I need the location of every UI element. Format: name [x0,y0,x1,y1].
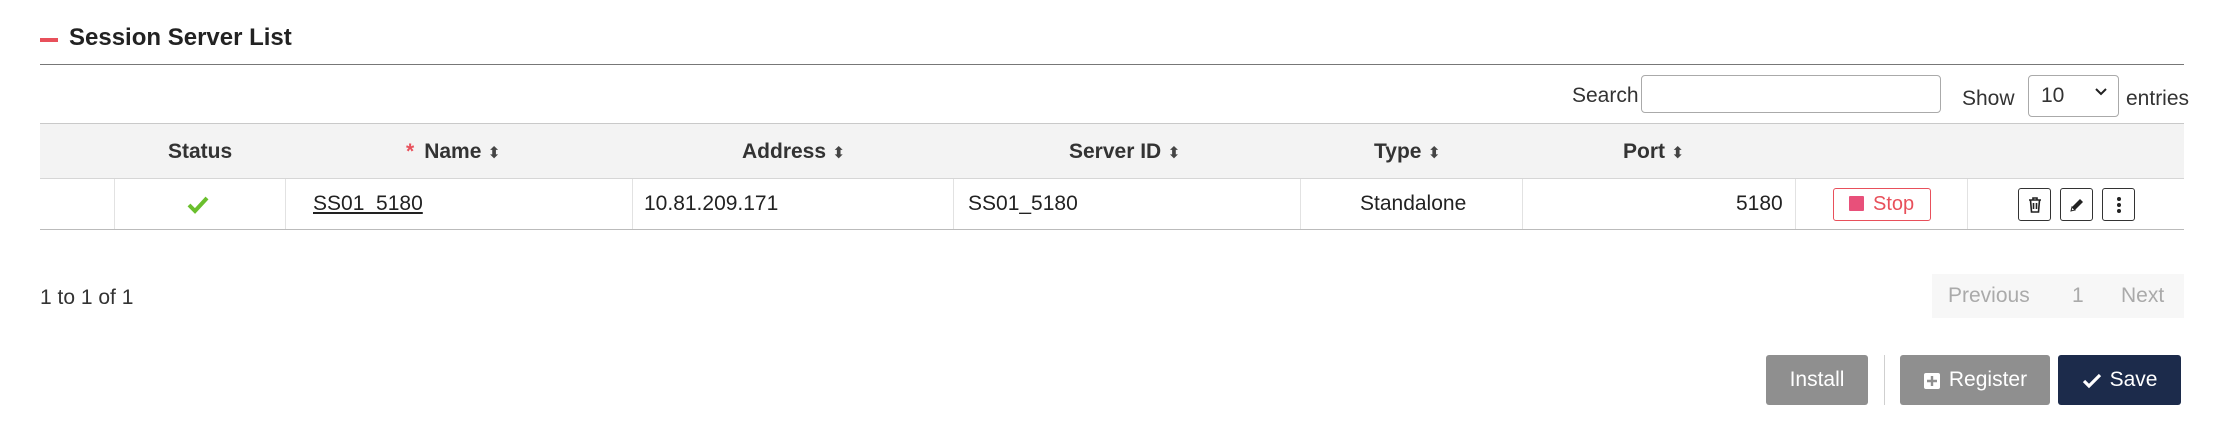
button-divider [1884,355,1885,405]
cell-divider [953,179,954,229]
sort-icon: ⬍ [832,145,846,162]
cell-divider [114,179,115,229]
table-row: SS01_5180 10.81.209.171 SS01_5180 Standa… [40,179,2184,230]
port-cell: 5180 [1736,192,1783,215]
column-header-port[interactable]: Port ⬍ [1623,124,1684,180]
entries-label: entries [2126,87,2190,110]
column-header-name[interactable]: * Name ⬍ [406,124,501,180]
cell-divider [1300,179,1301,229]
install-button[interactable]: Install [1766,355,1868,405]
column-header-status: Status [168,140,233,163]
column-header-address[interactable]: Address ⬍ [742,124,845,180]
name-cell: SS01_5180 [313,179,423,229]
sort-icon: ⬍ [1671,145,1685,162]
save-button[interactable]: Save [2058,355,2181,405]
cell-divider [632,179,633,229]
pagination-info: 1 to 1 of 1 [40,286,134,309]
address-cell: 10.81.209.171 [644,192,779,215]
cell-divider [1795,179,1796,229]
pagination: Previous 1 Next [1932,274,2184,318]
server-table: Status * Name ⬍ Address ⬍ Server ID ⬍ Type ⬍ … [40,123,2184,230]
delete-button[interactable] [2018,188,2051,221]
next-page-button[interactable]: Next [2121,284,2164,308]
section-header: Session Server List [40,22,2184,65]
server-name-link[interactable]: SS01_5180 [313,192,423,215]
entries-select[interactable]: 10 [2028,75,2119,117]
server-id-cell: SS01_5180 [968,192,1078,215]
search-input[interactable] [1641,75,1941,113]
check-icon [2082,359,2102,409]
status-cell [186,179,210,229]
check-icon [186,189,210,219]
page-1-button[interactable]: 1 [2072,284,2084,308]
column-header-type[interactable]: Type ⬍ [1374,124,1441,180]
section-title: Session Server List [69,24,292,51]
required-marker: * [406,140,415,163]
stop-button[interactable]: Stop [1833,188,1931,221]
stop-square-icon [1849,196,1864,211]
plus-square-icon [1923,359,1941,409]
chevron-down-icon [2094,84,2108,105]
sort-icon: ⬍ [1427,145,1441,162]
previous-page-button[interactable]: Previous [1948,284,2030,308]
more-options-button[interactable] [2102,188,2135,221]
column-header-server-id[interactable]: Server ID ⬍ [1069,124,1181,180]
register-button[interactable]: Register [1900,355,2050,405]
sort-icon: ⬍ [1167,145,1181,162]
table-header: Status * Name ⬍ Address ⬍ Server ID ⬍ Type ⬍ … [40,123,2184,179]
cell-divider [1522,179,1523,229]
sort-icon: ⬍ [487,145,501,162]
entries-select-value: 10 [2041,84,2065,107]
search-label: Search [1572,84,1639,107]
edit-button[interactable] [2060,188,2093,221]
cell-divider [285,179,286,229]
type-cell: Standalone [1360,192,1467,215]
cell-divider [1967,179,1968,229]
collapse-dash-icon[interactable] [40,38,58,42]
show-label: Show [1962,87,2015,110]
